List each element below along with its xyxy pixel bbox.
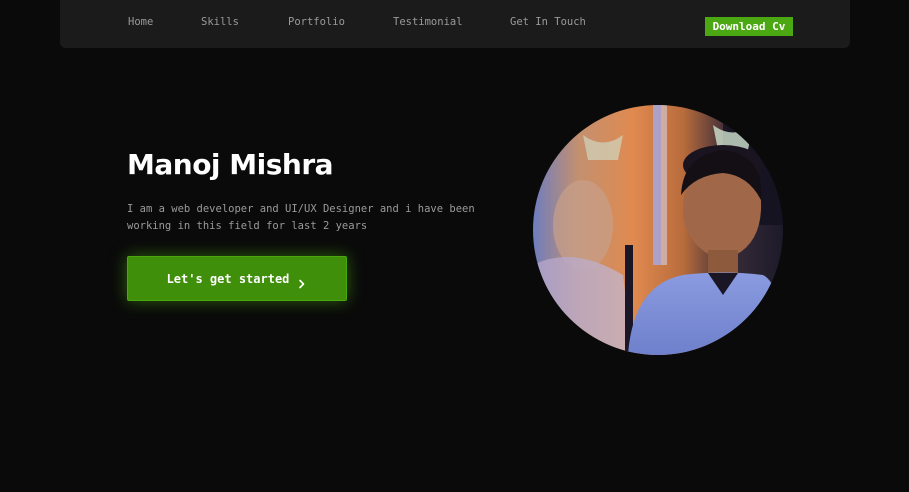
- download-cv-button[interactable]: Download Cv: [705, 17, 793, 36]
- nav-link-get-in-touch[interactable]: Get In Touch: [510, 16, 586, 28]
- hero-name: Manoj Mishra: [127, 148, 334, 181]
- chevron-right-icon: [297, 274, 307, 288]
- nav-link-skills[interactable]: Skills: [201, 16, 239, 28]
- profile-photo: [533, 105, 783, 355]
- nav-link-portfolio[interactable]: Portfolio: [288, 16, 345, 28]
- get-started-label: Let's get started: [166, 271, 290, 286]
- get-started-button[interactable]: Let's get started: [127, 256, 347, 301]
- nav-link-home[interactable]: Home: [128, 16, 153, 28]
- navbar: Home Skills Portfolio Testimonial Get In…: [60, 0, 850, 48]
- hero-description: I am a web developer and UI/UX Designer …: [127, 203, 475, 232]
- nav-link-testimonial[interactable]: Testimonial: [393, 16, 463, 28]
